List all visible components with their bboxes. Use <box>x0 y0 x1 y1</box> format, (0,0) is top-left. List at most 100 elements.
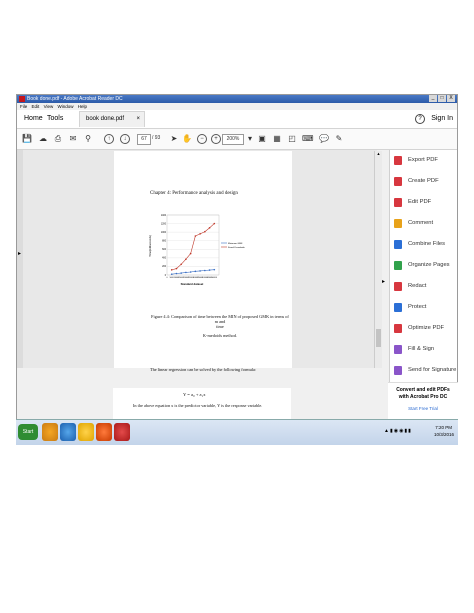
folder-icon[interactable] <box>78 423 94 441</box>
app-icon-1[interactable] <box>42 423 58 441</box>
tool-redact[interactable]: Redact <box>394 282 457 294</box>
search-icon[interactable]: ⚲ <box>83 134 93 144</box>
data-point <box>170 273 173 275</box>
scroll-mode-icon[interactable]: ▦ <box>272 134 282 144</box>
data-point <box>204 230 206 233</box>
clock-time[interactable]: 7:20 PM <box>435 425 452 430</box>
hand-tool-icon[interactable]: ✋ <box>182 134 192 144</box>
data-point <box>208 227 211 229</box>
legend-label: Kmed K-medoids <box>228 247 246 249</box>
zoom-select[interactable]: 200% <box>222 134 244 145</box>
data-point <box>189 252 192 255</box>
tab-home[interactable]: Home <box>24 115 43 122</box>
y-tick-label: 1400 <box>161 215 167 217</box>
tool-label: Combine Files <box>408 241 446 247</box>
legend-label: Minimum GMK <box>228 243 243 245</box>
scroll-up-icon[interactable]: ▲ <box>375 151 382 158</box>
y-tick-label: 600 <box>162 249 167 251</box>
next-page-icon[interactable]: ↓ <box>120 134 130 144</box>
menu-edit[interactable]: Edit <box>32 104 40 109</box>
save-icon[interactable]: 💾 <box>22 134 32 144</box>
line-chart: 02004006008001000120014000 5000 10000 15000… <box>148 215 246 286</box>
data-point <box>170 269 173 271</box>
zoom-dropdown-icon[interactable]: ▾ <box>245 134 255 144</box>
fullscreen-icon[interactable]: ◰ <box>287 134 297 144</box>
scroll-thumb[interactable] <box>376 329 381 347</box>
print-icon[interactable]: ⎙ <box>53 134 63 144</box>
figure-caption-line3: K-medoids method. <box>202 333 238 338</box>
taskbar: Start ▲▮◉◉▮▮ 7:20 PM 10/3/2016 <box>16 419 458 445</box>
comment-icon[interactable]: 💬 <box>319 134 329 144</box>
browser-icon[interactable] <box>60 423 76 441</box>
tool-optimize-pdf[interactable]: Optimize PDF <box>394 324 457 336</box>
paragraph-2: In the above equation x is the predictor… <box>133 403 263 408</box>
clock-date[interactable]: 10/3/2016 <box>434 432 454 437</box>
collapse-right-panel-icon[interactable]: ▸ <box>382 278 385 285</box>
start-free-trial-link[interactable]: Start Free Trial <box>388 406 458 411</box>
data-point <box>185 258 187 260</box>
promo-line2: with Acrobat Pro DC <box>398 394 448 400</box>
page-lower: Y = a₀ + a₁x In the above equation x is … <box>113 388 291 419</box>
upload-icon[interactable]: ☁ <box>38 134 48 144</box>
window-title: Book done.pdf - Adobe Acrobat Reader DC <box>27 96 123 102</box>
tool-fill-sign[interactable]: Fill & Sign <box>394 345 457 357</box>
tool-label: Create PDF <box>408 178 439 184</box>
x-tick-label: 50000 <box>212 277 217 279</box>
y-axis-label: Time(milliseconds) <box>148 235 152 257</box>
previous-page-icon[interactable]: ↑ <box>104 134 114 144</box>
help-icon[interactable]: ? <box>415 114 425 124</box>
menu-window[interactable]: Window <box>58 104 74 109</box>
data-point <box>189 271 192 273</box>
expand-left-icon[interactable]: ▸ <box>18 250 21 257</box>
tool-label: Optimize PDF <box>408 325 445 331</box>
highlight-icon[interactable]: ⌨ <box>302 134 314 144</box>
data-point <box>175 267 178 270</box>
select-cursor-icon[interactable]: ➤ <box>169 134 179 144</box>
data-point <box>194 270 197 273</box>
tool-organize-pages[interactable]: Organize Pages <box>394 261 457 273</box>
sign-in-link[interactable]: Sign In <box>431 115 453 122</box>
media-icon[interactable] <box>96 423 112 441</box>
menu-file[interactable]: File <box>20 104 27 109</box>
tool-edit-pdf[interactable]: Edit PDF <box>394 198 457 210</box>
data-point <box>204 269 206 272</box>
tool-combine-files[interactable]: Combine Files <box>394 240 457 252</box>
create-pdf-icon <box>394 177 402 186</box>
email-icon[interactable]: ✉ <box>68 134 78 144</box>
maximize-button[interactable]: □ <box>438 95 446 102</box>
fit-page-icon[interactable]: ▣ <box>257 134 267 144</box>
menu-help[interactable]: Help <box>78 104 87 109</box>
pen-icon[interactable]: ✎ <box>334 134 344 144</box>
tool-send-for-signature[interactable]: Send for Signature <box>394 366 457 378</box>
tray-icons[interactable]: ▲▮◉◉▮▮ <box>384 428 434 436</box>
left-nav-strip[interactable]: ▸ <box>17 150 23 368</box>
document-tab-label: book done.pdf <box>86 116 125 122</box>
close-tab-icon[interactable]: × <box>136 116 140 122</box>
menu-bar: File Edit View Window Help <box>17 103 457 110</box>
figure-caption-line1: Figure 4.4: Comparison of time between t… <box>151 314 289 324</box>
tool-label: Redact <box>408 283 427 289</box>
vertical-scrollbar[interactable]: ▲ <box>374 151 382 368</box>
close-window-button[interactable]: X <box>447 95 455 102</box>
menu-view[interactable]: View <box>44 104 54 109</box>
tab-tools[interactable]: Tools <box>47 115 63 122</box>
y-tick-label: 1000 <box>161 232 167 234</box>
title-bar: Book done.pdf - Adobe Acrobat Reader DC … <box>17 95 457 103</box>
minimize-button[interactable]: _ <box>429 95 437 102</box>
x-tick-label: 0 <box>166 277 167 279</box>
zoom-out-icon[interactable]: − <box>197 134 207 144</box>
data-point <box>213 222 216 225</box>
send-for-signature-icon <box>394 366 402 375</box>
zoom-in-icon[interactable]: + <box>211 134 221 144</box>
x-axis-label: Standard dataset <box>181 282 204 286</box>
tool-create-pdf[interactable]: Create PDF <box>394 177 457 189</box>
tool-export-pdf[interactable]: Export PDF <box>394 156 457 168</box>
acrobat-taskbar-icon[interactable] <box>114 423 130 441</box>
tab-document[interactable]: book done.pdf × <box>79 111 145 127</box>
figure-caption-line2: time <box>216 324 224 329</box>
tool-comment[interactable]: Comment <box>394 219 457 231</box>
tool-protect[interactable]: Protect <box>394 303 457 315</box>
data-point <box>199 270 201 272</box>
start-button[interactable]: Start <box>18 424 38 440</box>
page-number-input[interactable]: 67 <box>137 134 151 145</box>
